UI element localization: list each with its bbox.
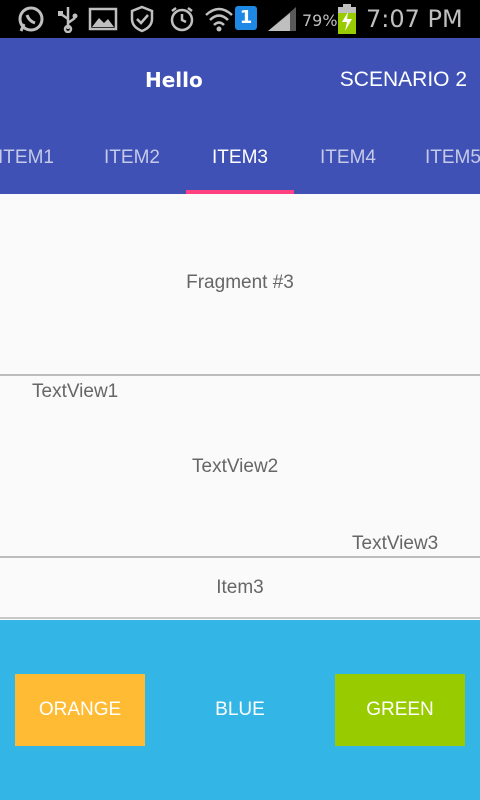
shield-icon [130,5,154,33]
green-button[interactable]: GREEN [335,674,465,746]
blue-button[interactable]: BLUE [175,674,305,746]
textview-3: TextView3 [352,533,439,554]
fragment-container: Fragment #3 [0,194,480,375]
sim-badge: 1 [239,7,253,28]
status-bar: 1 79% 7:07 PM [0,0,480,38]
tab-bar: ITEM1 ITEM2 ITEM3 ITEM4 ITEM5 [0,134,480,194]
orange-button[interactable]: ORANGE [15,674,145,746]
tab-item3[interactable]: ITEM3 [186,134,294,194]
battery-percent: 79% [302,11,338,30]
item-label: Item3 [216,577,264,598]
textview-2: TextView2 [192,456,279,477]
tab-item5-label: ITEM5 [425,147,480,168]
divider-middle [0,556,480,558]
image-icon [88,7,118,31]
divider-bottom [0,617,480,619]
clock: 7:07 PM [366,5,463,33]
tab-item5[interactable]: ITEM5 [402,134,480,194]
tab-item3-label: ITEM3 [212,147,268,168]
battery-charging-icon [338,4,356,34]
alarm-icon [170,7,194,32]
tab-item2[interactable]: ITEM2 [78,134,186,194]
usb-icon [58,7,78,33]
app-bar: Hello SCENARIO 2 ITEM1 ITEM2 ITEM3 ITEM4… [0,38,480,194]
sim-icon: 1 [235,6,257,30]
divider-top [0,374,480,376]
whatsapp-icon [18,6,44,32]
tab-item4-label: ITEM4 [320,147,376,168]
wifi-icon [205,7,233,32]
tab-item1-label: ITEM1 [0,147,54,168]
signal-icon [268,7,296,31]
fragment-label: Fragment #3 [186,272,294,293]
toolbar-title: Hello [145,68,203,92]
tab-item2-label: ITEM2 [104,147,160,168]
textview-1: TextView1 [32,381,119,402]
tab-item1[interactable]: ITEM1 [0,134,80,194]
tab-item4[interactable]: ITEM4 [294,134,402,194]
scenario-2-action[interactable]: SCENARIO 2 [340,68,467,92]
color-button-panel: ORANGE BLUE GREEN [0,620,480,800]
